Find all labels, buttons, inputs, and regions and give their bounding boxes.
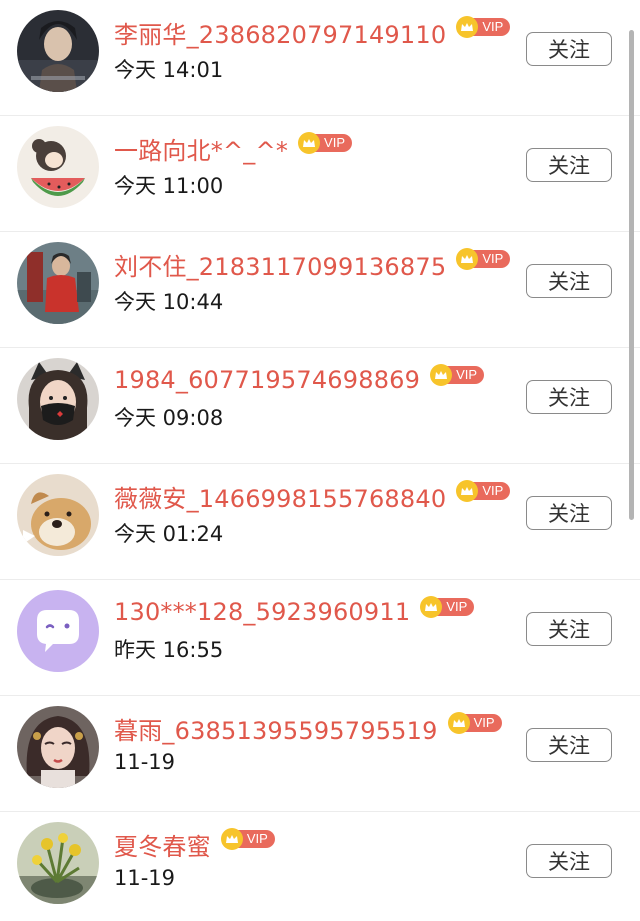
avatar-illustrated-woman-icon xyxy=(17,706,99,788)
avatar[interactable] xyxy=(17,126,99,208)
username[interactable]: 薇薇安_1466998155768840 xyxy=(114,479,446,514)
avatar[interactable] xyxy=(17,706,99,788)
follow-button[interactable]: 关注 xyxy=(526,496,612,530)
list-item[interactable]: 李丽华_2386820797149110 VIP 今天 14:01 关注 xyxy=(0,0,640,116)
name-line: 刘不住_2183117099136875 VIP xyxy=(114,246,511,282)
crown-icon xyxy=(430,364,453,386)
list-item[interactable]: 夏冬春蜜 VIP 11-19 关注 xyxy=(0,812,640,921)
avatar[interactable] xyxy=(17,474,99,556)
crown-icon xyxy=(447,712,470,734)
avatar[interactable] xyxy=(17,822,99,904)
follow-button[interactable]: 关注 xyxy=(526,844,612,878)
list-item[interactable]: 暮雨_63851395595795519 VIP 11-19 关注 xyxy=(0,696,640,812)
avatar[interactable] xyxy=(17,242,99,324)
list-item[interactable]: 刘不住_2183117099136875 VIP 今天 10:44 关注 xyxy=(0,232,640,348)
username[interactable]: 一路向北*^_^* xyxy=(114,131,288,166)
timestamp: 今天 14:01 xyxy=(114,58,224,82)
username[interactable]: 130***128_5923960911 xyxy=(114,598,410,626)
crown-icon xyxy=(220,828,243,850)
vip-badge: VIP xyxy=(298,132,352,154)
username[interactable]: 刘不住_2183117099136875 xyxy=(114,247,446,282)
follow-button[interactable]: 关注 xyxy=(526,148,612,182)
list-item[interactable]: 130***128_5923960911 VIP 昨天 16:55 关注 xyxy=(0,580,640,696)
timestamp: 今天 09:08 xyxy=(114,406,224,430)
vip-badge: VIP xyxy=(430,364,485,386)
timestamp: 今天 11:00 xyxy=(114,174,224,198)
avatar-girl-cat-ears-mask-icon xyxy=(17,358,99,440)
crown-icon xyxy=(298,132,321,154)
avatar[interactable] xyxy=(17,590,99,672)
avatar-puppy-photo-icon xyxy=(17,474,99,556)
avatar-photo-dark-portrait-icon xyxy=(17,10,99,92)
name-line: 薇薇安_1466998155768840 VIP xyxy=(114,478,511,514)
name-line: 暮雨_63851395595795519 VIP xyxy=(114,710,502,746)
follow-button[interactable]: 关注 xyxy=(526,380,612,414)
vip-badge: VIP xyxy=(456,480,511,502)
name-line: 李丽华_2386820797149110 VIP xyxy=(114,14,511,50)
avatar-default-chat-bubble-icon xyxy=(17,590,99,672)
list-item[interactable]: 薇薇安_1466998155768840 VIP 今天 01:24 关注 xyxy=(0,464,640,580)
name-line: 一路向北*^_^* VIP xyxy=(114,130,352,166)
name-line: 130***128_5923960911 VIP xyxy=(114,594,475,630)
username[interactable]: 李丽华_2386820797149110 xyxy=(114,15,446,50)
name-line: 1984_607719574698869 VIP xyxy=(114,362,485,398)
avatar[interactable] xyxy=(17,10,99,92)
follow-button[interactable]: 关注 xyxy=(526,728,612,762)
vip-badge: VIP xyxy=(220,828,275,850)
follow-button[interactable]: 关注 xyxy=(526,264,612,298)
follow-list: 李丽华_2386820797149110 VIP 今天 14:01 关注 一路向… xyxy=(0,0,640,921)
timestamp: 今天 01:24 xyxy=(114,522,224,546)
list-item[interactable]: 1984_607719574698869 VIP 今天 09:08 关注 xyxy=(0,348,640,464)
username[interactable]: 1984_607719574698869 xyxy=(114,366,420,394)
vip-badge: VIP xyxy=(456,16,511,38)
scrollbar[interactable] xyxy=(629,30,634,520)
vip-badge: VIP xyxy=(447,712,502,734)
list-item[interactable]: 一路向北*^_^* VIP 今天 11:00 关注 xyxy=(0,116,640,232)
avatar-plant-photo-icon xyxy=(17,822,99,904)
timestamp: 11-19 xyxy=(114,866,176,890)
avatar-cartoon-girl-watermelon-icon xyxy=(17,126,99,208)
follow-button[interactable]: 关注 xyxy=(526,612,612,646)
vip-badge: VIP xyxy=(420,596,475,618)
avatar-photo-red-outdoor-icon xyxy=(17,242,99,324)
name-line: 夏冬春蜜 VIP xyxy=(114,826,275,862)
vip-badge: VIP xyxy=(456,248,511,270)
username[interactable]: 夏冬春蜜 xyxy=(114,827,211,862)
timestamp: 昨天 16:55 xyxy=(114,638,224,662)
timestamp: 11-19 xyxy=(114,750,176,774)
timestamp: 今天 10:44 xyxy=(114,290,224,314)
avatar[interactable] xyxy=(17,358,99,440)
username[interactable]: 暮雨_63851395595795519 xyxy=(114,711,438,746)
follow-button[interactable]: 关注 xyxy=(526,32,612,66)
